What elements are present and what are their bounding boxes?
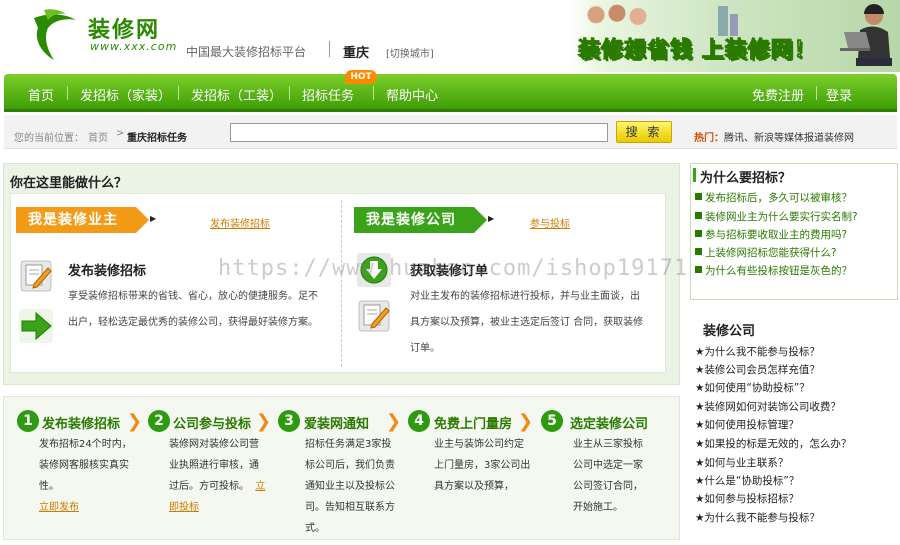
header-divider xyxy=(329,41,330,57)
post-tender-title: 发布装修招标 xyxy=(68,264,147,279)
faq-link[interactable]: 装修网业主为什么要实行实名制? xyxy=(695,209,858,224)
switch-city-link[interactable]: [切换城市] xyxy=(386,45,434,60)
step-desc: 业主从三家投标 公司中选定一家 公司签订合同， 开始施工。 xyxy=(573,439,643,513)
banner-slogan: 装修想省钱 上装修网！ xyxy=(578,38,817,64)
post-tender-link[interactable]: 发布装修招标 xyxy=(210,215,270,230)
step-title: 选定装修公司 xyxy=(570,417,649,432)
watermark: https://www.huzhan.com/ishop19171 xyxy=(218,256,689,281)
step-desc: 业主与装饰公司约定 上门量房，3家公司出 具方案以及预算， xyxy=(434,439,531,492)
owner-desc-line: 享受装修招标带来的省钱、省心，放心的便捷服务。足不 xyxy=(68,291,318,302)
register-link[interactable]: 免费注册 xyxy=(752,85,804,104)
chevron-right-icon: ❯ xyxy=(127,411,143,432)
hot-news-label: 热门： xyxy=(694,133,724,144)
step-title: 爱装网通知 xyxy=(304,417,370,432)
owner-desc-line: 出户，轻松选定最优秀的装修公司，获得最好装修方案。 xyxy=(68,317,318,328)
company-faq-link[interactable]: ★为什么我不能参与投标？ xyxy=(695,510,820,525)
bullet-square-icon xyxy=(695,193,702,200)
nav-divider xyxy=(373,86,374,100)
company-faq-link[interactable]: ★如何使用投标管理？ xyxy=(695,417,799,432)
search-input[interactable] xyxy=(230,123,608,142)
company-faq-link[interactable]: ★如何与业主联系？ xyxy=(695,455,788,470)
company-desc-line: 订单。 xyxy=(410,343,440,354)
company-faq-link[interactable]: ★装修网如何对装饰公司收费？ xyxy=(695,399,841,414)
join-bid-link[interactable]: 参与投标 xyxy=(530,215,570,230)
chevron-right-icon: ❯ xyxy=(518,411,534,432)
arrow-right-icon xyxy=(19,309,53,343)
step-title: 发布装修招标 xyxy=(42,417,121,432)
step-desc: 招标任务满足3家投 标公司后，我们负责 通知业主以及投标公 司。告知相互联系方 式。 xyxy=(305,439,395,534)
bullet-square-icon xyxy=(695,266,702,273)
document-pen-icon xyxy=(358,300,390,332)
step-number-badge: 4 xyxy=(408,410,430,432)
breadcrumb-home-link[interactable]: 首页 xyxy=(88,129,108,144)
bullet-square-icon xyxy=(695,248,702,255)
banner-man-laptop-image xyxy=(840,4,892,66)
faq-link[interactable]: 为什么有些投标按钮是灰色的？ xyxy=(695,263,852,278)
nav-item-help-center[interactable]: 帮助中心 xyxy=(386,85,438,104)
company-faq-link[interactable]: ★如何参与投标招标？ xyxy=(695,491,799,506)
current-city: 重庆 xyxy=(343,46,370,61)
bid-now-link[interactable]: 即投标 xyxy=(169,502,199,513)
chevron-right-icon: ❯ xyxy=(256,411,272,432)
faq-link[interactable]: 发布招标后，多久可以被审核？ xyxy=(695,190,852,205)
step-title: 公司参与投标 xyxy=(173,417,252,432)
company-faq-link[interactable]: ★装修公司会员怎样充值？ xyxy=(695,362,820,377)
company-faq-link[interactable]: ★如果投的标是无效的，怎么办？ xyxy=(695,436,851,451)
banner-people-image xyxy=(582,2,652,34)
panel-divider xyxy=(341,200,342,367)
company-role-tag: 我是装修公司 xyxy=(354,207,487,233)
bid-now-link[interactable]: 立 xyxy=(255,481,265,492)
faq-link[interactable]: 上装修网招标您能获得什么? xyxy=(695,245,837,260)
panel-title: 你在这里能做什么？ xyxy=(10,176,128,191)
company-desc-line: 具方案以及预算，被业主选定后签订 合同，获取装修 xyxy=(410,317,644,328)
nav-divider xyxy=(178,86,179,100)
step-title: 免费上门量房 xyxy=(434,417,513,432)
title-accent-bar xyxy=(693,168,696,182)
logo-icon xyxy=(34,9,76,60)
play-arrow-icon: ▶ xyxy=(150,214,157,223)
bullet-square-icon xyxy=(695,212,702,219)
nav-item-home[interactable]: 首页 xyxy=(28,85,54,104)
company-faq-link[interactable]: ★为什么我不能参与投标？ xyxy=(695,344,820,359)
company-faq-link[interactable]: ★什么是“协助投标”？ xyxy=(695,473,799,488)
step-desc: 装修网对装修公司营 业执照进行审核，通 过后。方可投标。 立 即投标 xyxy=(169,439,266,513)
chevron-right-icon: ❯ xyxy=(386,411,402,432)
nav-divider xyxy=(816,86,817,100)
document-pen-icon xyxy=(20,260,52,292)
nav-item-post-home-tender[interactable]: 发招标（家装） xyxy=(80,85,171,104)
post-now-link[interactable]: 立即发布 xyxy=(39,502,79,513)
step-number-badge: 1 xyxy=(17,410,39,432)
hot-badge: HOT xyxy=(345,70,377,84)
step-number-badge: 3 xyxy=(278,410,300,432)
nav-item-post-work-tender[interactable]: 发招标（工装） xyxy=(191,85,282,104)
nav-item-tender-tasks[interactable]: 招标任务 xyxy=(302,85,354,104)
breadcrumb-label: 您的当前位置： xyxy=(14,133,84,144)
logo-url: www.xxx.com xyxy=(90,40,178,53)
play-arrow-icon: ▶ xyxy=(488,214,495,223)
step-number-badge: 2 xyxy=(148,410,170,432)
bullet-square-icon xyxy=(695,230,702,237)
hot-news-link[interactable]: 腾讯、新浪等媒体报道装修网 xyxy=(724,129,854,144)
company-desc-line: 对业主发布的装修招标进行投标，并与业主面谈，出 xyxy=(410,291,640,302)
step-desc: 发布招标24个时内， 装修网客服核实真实 性。 立即发布 xyxy=(39,439,132,513)
login-link[interactable]: 登录 xyxy=(826,85,852,104)
breadcrumb-arrow-icon: > xyxy=(116,128,125,139)
breadcrumb-current: 重庆招标任务 xyxy=(127,133,187,144)
owner-role-tag: 我是装修业主 xyxy=(16,207,149,233)
company-faq-title: 装修公司 xyxy=(703,324,756,339)
header-banner[interactable]: 装修想省钱 上装修网！ xyxy=(568,0,900,72)
step-number-badge: 5 xyxy=(541,410,563,432)
nav-divider xyxy=(289,86,290,100)
why-tender-title: 为什么要招标？ xyxy=(700,171,792,186)
nav-divider xyxy=(67,86,68,100)
search-button[interactable]: 搜 索 xyxy=(616,121,672,143)
main-nav: 首页 发招标（家装） 发招标（工装） 招标任务 帮助中心 免费注册 登录 xyxy=(4,74,897,112)
faq-link[interactable]: 参与招标要收取业主的费用吗? xyxy=(695,227,847,242)
company-faq-link[interactable]: ★如何使用“协助投标”？ xyxy=(695,380,810,395)
site-slogan: 中国最大装修招标平台 xyxy=(186,45,307,59)
